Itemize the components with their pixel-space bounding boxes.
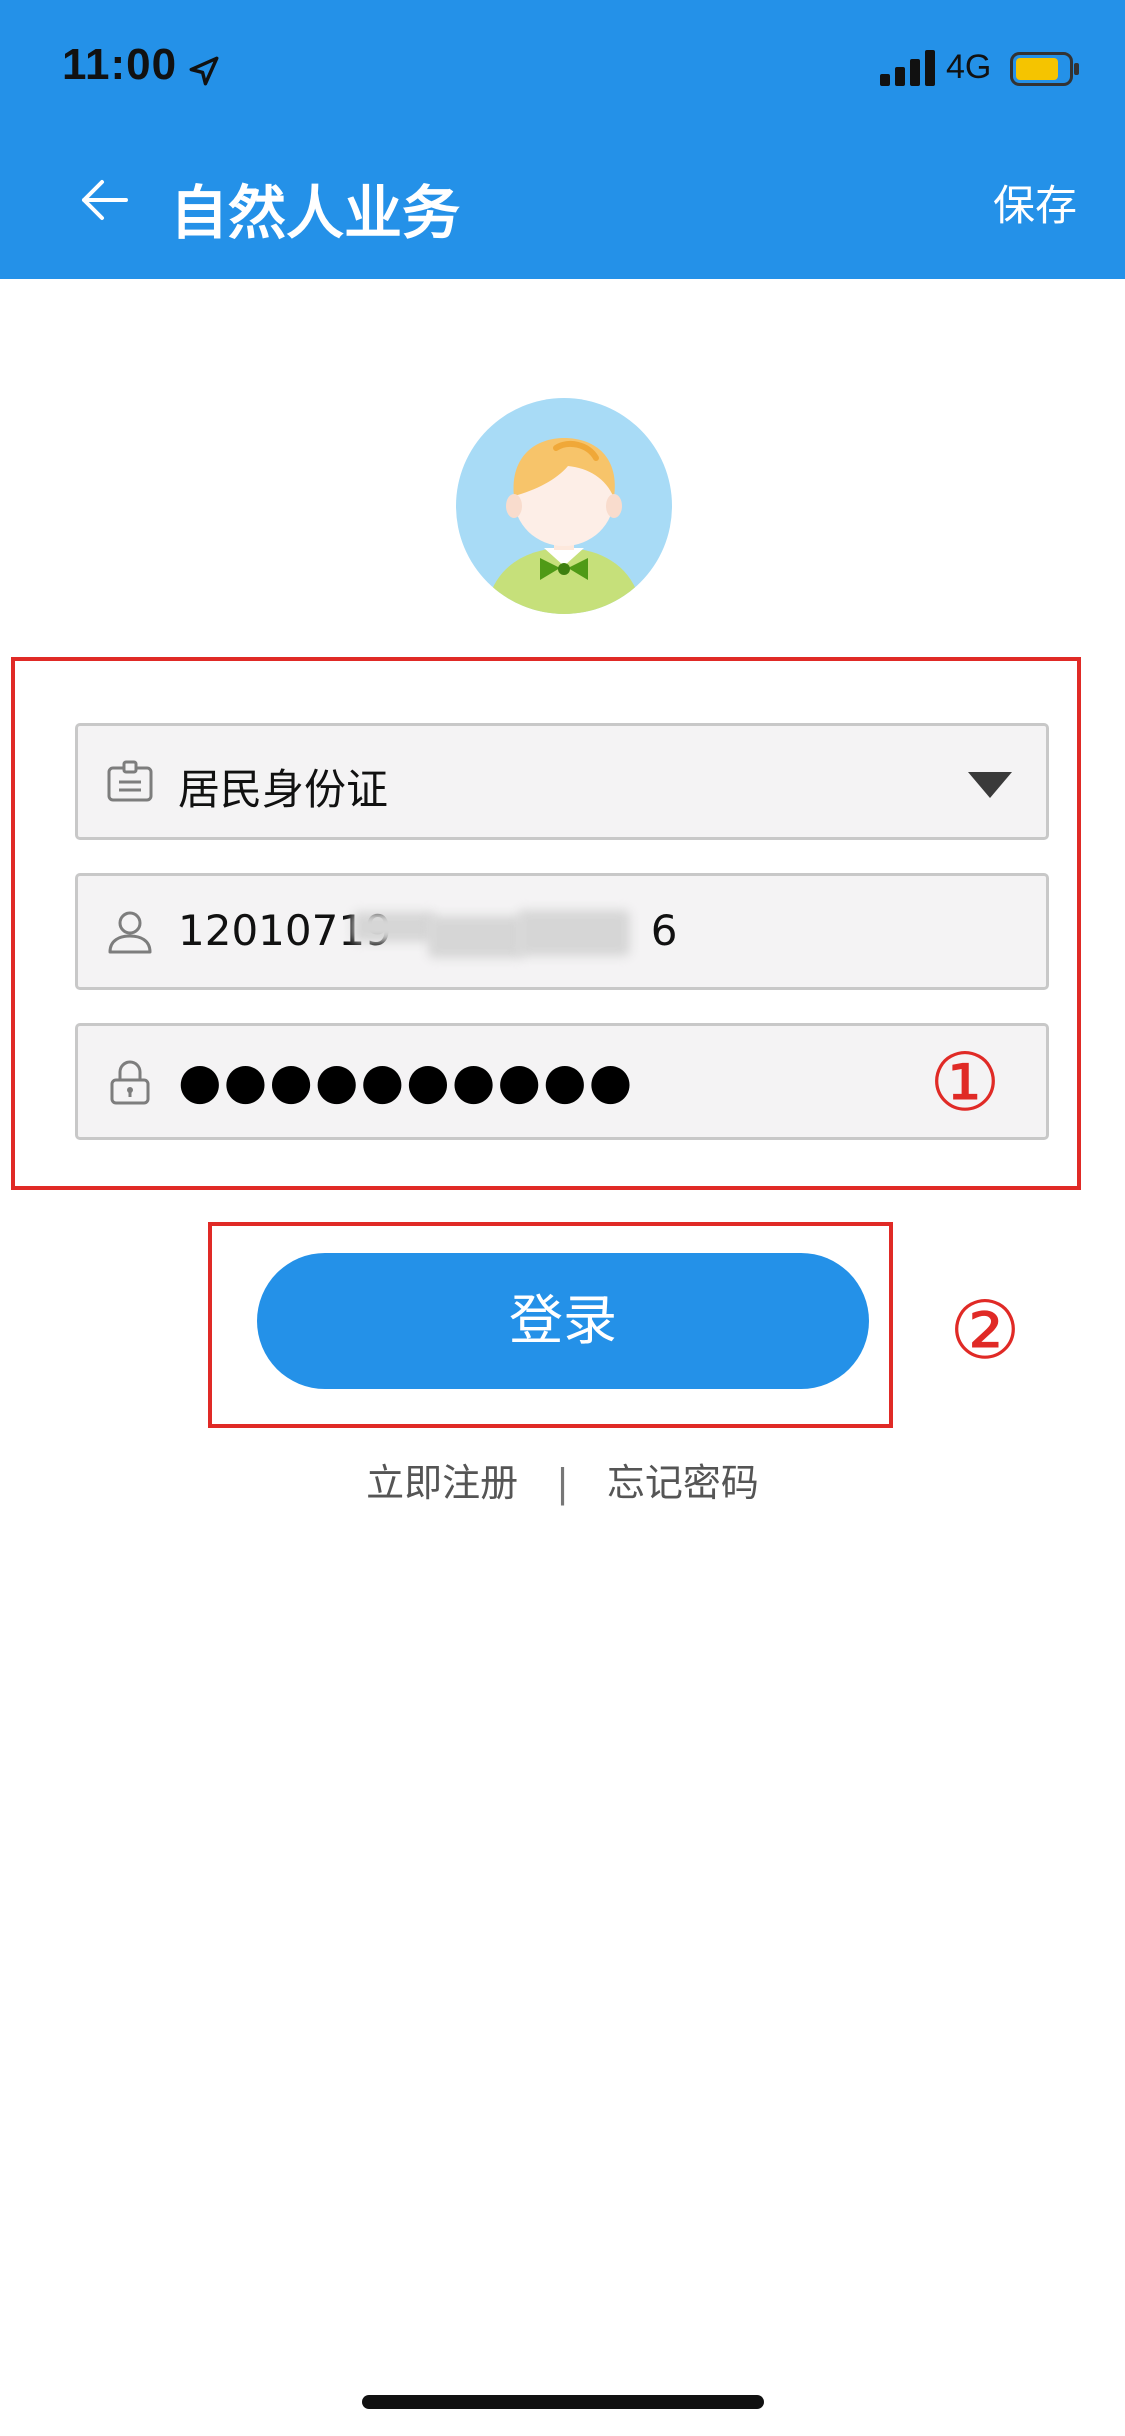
password-field[interactable]: ●●●●●●●●●● [75, 1023, 1049, 1140]
redaction-blur [353, 912, 435, 942]
network-type: 4G [946, 48, 992, 86]
lock-icon [110, 1060, 150, 1105]
forgot-password-link[interactable]: 忘记密码 [607, 1452, 759, 1507]
user-icon [108, 911, 152, 954]
id-type-select[interactable]: 居民身份证 [75, 723, 1049, 840]
redaction-blur [428, 916, 524, 958]
back-arrow-icon[interactable] [78, 174, 130, 226]
annotation-marker-2: ② [949, 1284, 1021, 1377]
register-link[interactable]: 立即注册 [366, 1452, 518, 1507]
location-arrow-icon [189, 56, 219, 86]
auth-links: 立即注册 | 忘记密码 [0, 1452, 1125, 1507]
app-header: 11:00 4G 自然人业务 保存 [0, 0, 1125, 279]
login-screen: 11:00 4G 自然人业务 保存 居民身份证 12010719 6 ●●●●●… [0, 0, 1125, 2436]
password-masked-value: ●●●●●●●●●● [178, 1052, 635, 1110]
signal-bars-icon [880, 50, 935, 86]
page-title: 自然人业务 [170, 179, 461, 247]
home-indicator[interactable] [362, 2395, 764, 2409]
annotation-marker-1: ① [929, 1036, 1001, 1129]
redaction-blur [518, 910, 630, 956]
battery-icon [1010, 52, 1079, 86]
id-number-field[interactable]: 12010719 6 [75, 873, 1049, 990]
id-type-value: 居民身份证 [178, 765, 389, 814]
dropdown-caret-icon[interactable] [968, 772, 1012, 798]
status-time: 11:00 [62, 40, 178, 89]
avatar [456, 398, 672, 614]
id-number-visible-end: 6 [650, 906, 678, 955]
save-button[interactable]: 保存 [993, 172, 1077, 233]
id-card-icon [107, 760, 153, 802]
link-separator: | [556, 1461, 569, 1505]
login-button[interactable]: 登录 [257, 1253, 869, 1389]
